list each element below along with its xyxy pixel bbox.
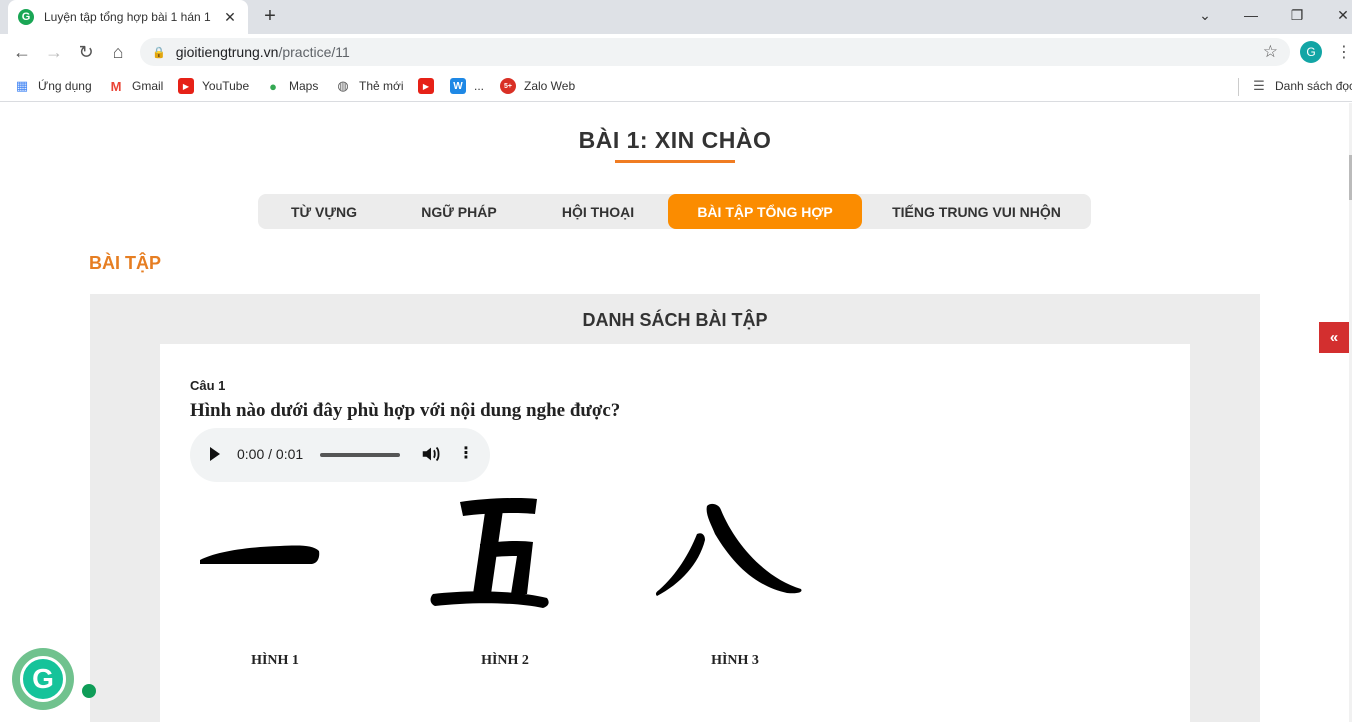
word-icon: W xyxy=(450,78,466,94)
tab-search-chevron-icon[interactable]: ⌄ xyxy=(1182,0,1228,30)
bookmark-label: Gmail xyxy=(132,79,164,93)
reading-list-label: Danh sách đọc xyxy=(1275,79,1352,93)
maps-pin-icon: ● xyxy=(269,78,277,94)
bookmark-label: ... xyxy=(474,79,485,93)
browser-tabstrip: G Luyện tập tổng hợp bài 1 hán 1 ✕ + ⌄ —… xyxy=(0,0,1352,34)
window-close-icon[interactable]: ✕ xyxy=(1320,0,1352,30)
bookmark-label: YouTube xyxy=(202,79,250,93)
youtube-icon: ▶ xyxy=(178,78,194,94)
reload-icon[interactable]: ↻ xyxy=(73,39,99,65)
lock-icon: 🔒 xyxy=(152,46,166,59)
close-tab-icon[interactable]: ✕ xyxy=(222,9,238,26)
zalo-icon: 5+ xyxy=(500,78,516,94)
character-yi-image xyxy=(200,545,320,564)
bookmark-word[interactable]: W ... xyxy=(450,76,484,96)
tab-vocabulary[interactable]: TỪ VỰNG xyxy=(258,194,390,229)
audio-more-icon[interactable]: ⋮ xyxy=(458,443,474,463)
audio-time: 0:00 / 0:01 xyxy=(237,446,304,462)
gmail-icon: M xyxy=(110,78,122,94)
bookmark-youtube[interactable]: ▶ YouTube xyxy=(178,76,249,96)
option-figure-1[interactable]: HÌNH 1 xyxy=(195,494,355,668)
tab-fun-chinese[interactable]: TIẾNG TRUNG VUI NHỘN xyxy=(862,194,1091,229)
tab-conversation[interactable]: HỘI THOẠI xyxy=(528,194,668,229)
bookmark-label: Ứng dụng xyxy=(38,79,92,93)
grammarly-status-icon xyxy=(82,684,96,698)
exercise-panel: DANH SÁCH BÀI TẬP Câu 1 Hình nào dưới đâ… xyxy=(90,294,1260,722)
option-label-2: HÌNH 2 xyxy=(481,653,529,668)
bookmark-apps[interactable]: ▦ Ứng dụng xyxy=(14,76,92,96)
option-label-1: HÌNH 1 xyxy=(251,653,299,668)
audio-progress-slider[interactable] xyxy=(320,453,400,457)
reading-list-icon: ☰ xyxy=(1253,78,1265,93)
apps-grid-icon: ▦ xyxy=(15,78,29,93)
address-bar[interactable]: 🔒 gioitiengtrung.vn /practice/11 ☆ xyxy=(140,38,1290,66)
grammarly-button[interactable]: G xyxy=(12,648,74,710)
bookmark-label: Maps xyxy=(289,79,319,93)
url-host: gioitiengtrung.vn xyxy=(175,44,279,60)
play-icon[interactable] xyxy=(210,447,220,461)
restore-icon[interactable]: ❐ xyxy=(1274,0,1320,30)
grammarly-logo-icon: G xyxy=(20,656,66,702)
lesson-title: BÀI 1: XIN CHÀO xyxy=(578,127,772,153)
bookmarks-divider xyxy=(1238,78,1239,96)
option-figure-2[interactable]: HÌNH 2 xyxy=(425,494,585,668)
site-favicon-icon: G xyxy=(18,9,34,25)
tab-grammar[interactable]: NGỮ PHÁP xyxy=(390,194,528,229)
browser-toolbar: ← → ↻ ⌂ 🔒 gioitiengtrung.vn /practice/11… xyxy=(0,34,1352,70)
bookmark-label: Zalo Web xyxy=(524,79,576,93)
bookmark-gmail[interactable]: M Gmail xyxy=(108,76,164,96)
bookmark-new-tab[interactable]: ◍ Thẻ mới xyxy=(335,76,404,96)
bookmark-star-icon[interactable]: ☆ xyxy=(1263,42,1278,62)
title-underline xyxy=(615,160,735,163)
tab-practice[interactable]: BÀI TẬP TỔNG HỢP xyxy=(668,194,862,229)
volume-icon[interactable] xyxy=(420,443,442,465)
new-tab-button[interactable]: + xyxy=(258,4,282,28)
side-panel-toggle-button[interactable]: « xyxy=(1319,322,1349,353)
bookmark-youtube-2[interactable]: ▶ xyxy=(418,76,442,96)
bookmark-maps[interactable]: ● Maps xyxy=(265,76,318,96)
bookmark-label: Thẻ mới xyxy=(359,79,404,93)
browser-menu-icon[interactable]: ⋮ xyxy=(1336,42,1352,62)
question-card: Câu 1 Hình nào dưới đây phù hợp với nội … xyxy=(160,344,1190,722)
panel-title: DANH SÁCH BÀI TẬP xyxy=(582,310,768,330)
bookmarks-bar: ▦ Ứng dụng M Gmail ▶ YouTube ● Maps ◍ Th… xyxy=(0,70,1352,102)
back-icon[interactable]: ← xyxy=(9,39,35,65)
globe-icon: ◍ xyxy=(337,78,349,93)
browser-tab[interactable]: G Luyện tập tổng hợp bài 1 hán 1 ✕ xyxy=(8,0,248,34)
youtube-icon: ▶ xyxy=(418,78,434,94)
minimize-icon[interactable]: — xyxy=(1228,0,1274,30)
profile-avatar[interactable]: G xyxy=(1300,41,1322,63)
bookmark-zalo[interactable]: 5+ Zalo Web xyxy=(500,76,575,96)
page-content: BÀI 1: XIN CHÀO TỪ VỰNG NGỮ PHÁP HỘI THO… xyxy=(0,103,1352,722)
character-wu-image xyxy=(430,498,549,608)
reading-list[interactable]: ☰ Danh sách đọc xyxy=(1251,76,1352,96)
home-icon[interactable]: ⌂ xyxy=(105,39,131,65)
forward-icon[interactable]: → xyxy=(41,39,67,65)
option-label-3: HÌNH 3 xyxy=(711,653,759,668)
audio-player: 0:00 / 0:01 ⋮ xyxy=(190,428,490,482)
option-figure-3[interactable]: HÌNH 3 xyxy=(655,494,815,668)
question-number: Câu 1 xyxy=(190,378,226,393)
character-ba-image xyxy=(655,503,802,596)
lesson-tabs: TỪ VỰNG NGỮ PHÁP HỘI THOẠI BÀI TẬP TỔNG … xyxy=(258,194,1091,229)
section-label: BÀI TẬP xyxy=(89,253,161,273)
url-path: /practice/11 xyxy=(278,44,350,60)
tab-title: Luyện tập tổng hợp bài 1 hán 1 xyxy=(44,10,211,24)
question-text: Hình nào dưới đây phù hợp với nội dung n… xyxy=(190,400,621,421)
